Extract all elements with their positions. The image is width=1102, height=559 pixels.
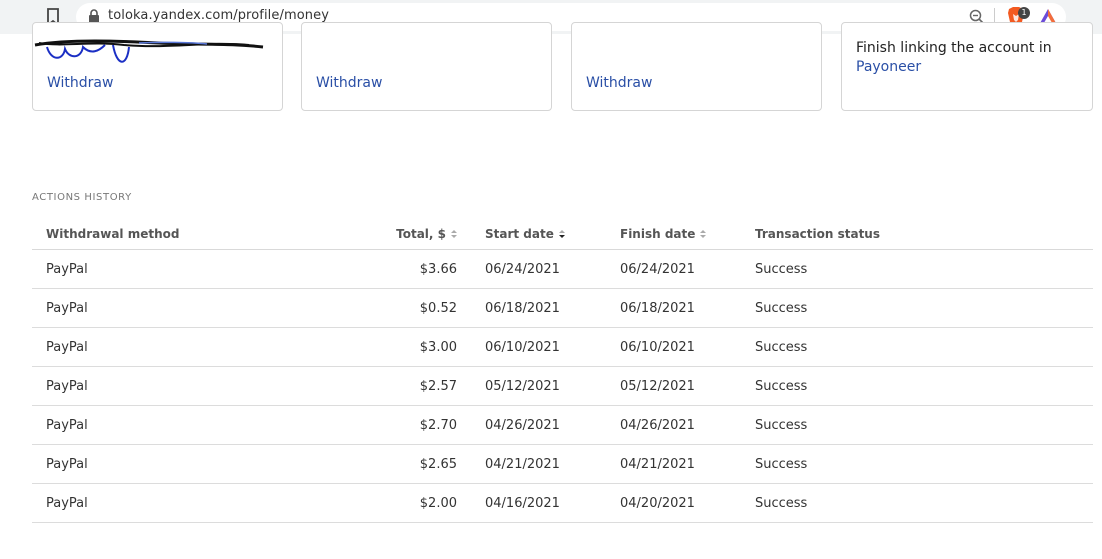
cell-status: Success [755, 496, 808, 511]
cell-total: $3.66 [419, 262, 457, 277]
sort-icon [700, 230, 707, 238]
cell-start-date: 04/16/2021 [485, 496, 560, 511]
cell-start-date: 04/21/2021 [485, 457, 560, 472]
column-header-finish-label: Finish date [620, 227, 696, 241]
column-header-total-label: Total, $ [396, 227, 446, 241]
cell-finish-date: 06/18/2021 [620, 301, 695, 316]
column-header-finish-date[interactable]: Finish date [620, 227, 707, 241]
cell-status: Success [755, 301, 808, 316]
cell-method: PayPal [46, 340, 88, 355]
withdraw-link-2[interactable]: Withdraw [316, 75, 382, 91]
cell-start-date: 06/10/2021 [485, 340, 560, 355]
cell-finish-date: 05/12/2021 [620, 379, 695, 394]
column-header-total[interactable]: Total, $ [396, 227, 457, 241]
table-row: PayPal $2.65 04/21/2021 04/21/2021 Succe… [32, 445, 1093, 484]
cell-finish-date: 06/10/2021 [620, 340, 695, 355]
payout-card-3: Withdraw [571, 22, 822, 111]
cell-total: $2.00 [419, 496, 457, 511]
table-row: PayPal $3.00 06/10/2021 06/10/2021 Succe… [32, 328, 1093, 367]
table-row: PayPal $2.57 05/12/2021 05/12/2021 Succe… [32, 367, 1093, 406]
table-row: PayPal $3.66 06/24/2021 06/24/2021 Succe… [32, 250, 1093, 289]
cell-finish-date: 04/26/2021 [620, 418, 695, 433]
withdraw-link-3[interactable]: Withdraw [586, 75, 652, 91]
cell-method: PayPal [46, 379, 88, 394]
withdraw-link-1[interactable]: Withdraw [47, 75, 113, 91]
table-row: PayPal $2.70 04/26/2021 04/26/2021 Succe… [32, 406, 1093, 445]
cell-start-date: 04/26/2021 [485, 418, 560, 433]
cell-status: Success [755, 340, 808, 355]
redacted-email-scribble [34, 39, 264, 63]
cell-start-date: 05/12/2021 [485, 379, 560, 394]
actions-history-table: Withdrawal method Total, $ Start date Fi… [32, 218, 1093, 523]
table-row: PayPal $2.00 04/16/2021 04/20/2021 Succe… [32, 484, 1093, 523]
payoneer-card-text: Finish linking the account in Payoneer [856, 39, 1081, 77]
actions-history-title: Actions history [32, 192, 132, 203]
payoneer-link[interactable]: Payoneer [856, 59, 921, 75]
column-header-start-label: Start date [485, 227, 554, 241]
brave-badge: 1 [1018, 7, 1030, 19]
cell-status: Success [755, 379, 808, 394]
cell-finish-date: 04/21/2021 [620, 457, 695, 472]
cell-total: $0.52 [419, 301, 457, 316]
cell-total: $2.65 [419, 457, 457, 472]
payout-card-1: Withdraw [32, 22, 283, 111]
sort-icon [451, 230, 457, 238]
payoneer-card: Finish linking the account in Payoneer [841, 22, 1093, 111]
column-header-status: Transaction status [755, 227, 880, 241]
cell-status: Success [755, 418, 808, 433]
cell-status: Success [755, 262, 808, 277]
payoneer-message: Finish linking the account in [856, 40, 1052, 56]
cell-method: PayPal [46, 496, 88, 511]
cell-start-date: 06/18/2021 [485, 301, 560, 316]
table-header: Withdrawal method Total, $ Start date Fi… [32, 218, 1093, 250]
cell-method: PayPal [46, 457, 88, 472]
cell-method: PayPal [46, 262, 88, 277]
cell-total: $3.00 [419, 340, 457, 355]
cell-method: PayPal [46, 418, 88, 433]
table-row: PayPal $0.52 06/18/2021 06/18/2021 Succe… [32, 289, 1093, 328]
cell-status: Success [755, 457, 808, 472]
sort-desc-icon [558, 230, 565, 238]
cell-finish-date: 06/24/2021 [620, 262, 695, 277]
cell-finish-date: 04/20/2021 [620, 496, 695, 511]
cell-method: PayPal [46, 301, 88, 316]
url-text[interactable]: toloka.yandex.com/profile/money [108, 8, 329, 23]
cell-start-date: 06/24/2021 [485, 262, 560, 277]
cell-total: $2.57 [419, 379, 457, 394]
lock-icon [89, 9, 99, 23]
cell-total: $2.70 [419, 418, 457, 433]
payout-card-2: Withdraw [301, 22, 552, 111]
column-header-start-date[interactable]: Start date [485, 227, 565, 241]
column-header-method: Withdrawal method [46, 227, 180, 241]
